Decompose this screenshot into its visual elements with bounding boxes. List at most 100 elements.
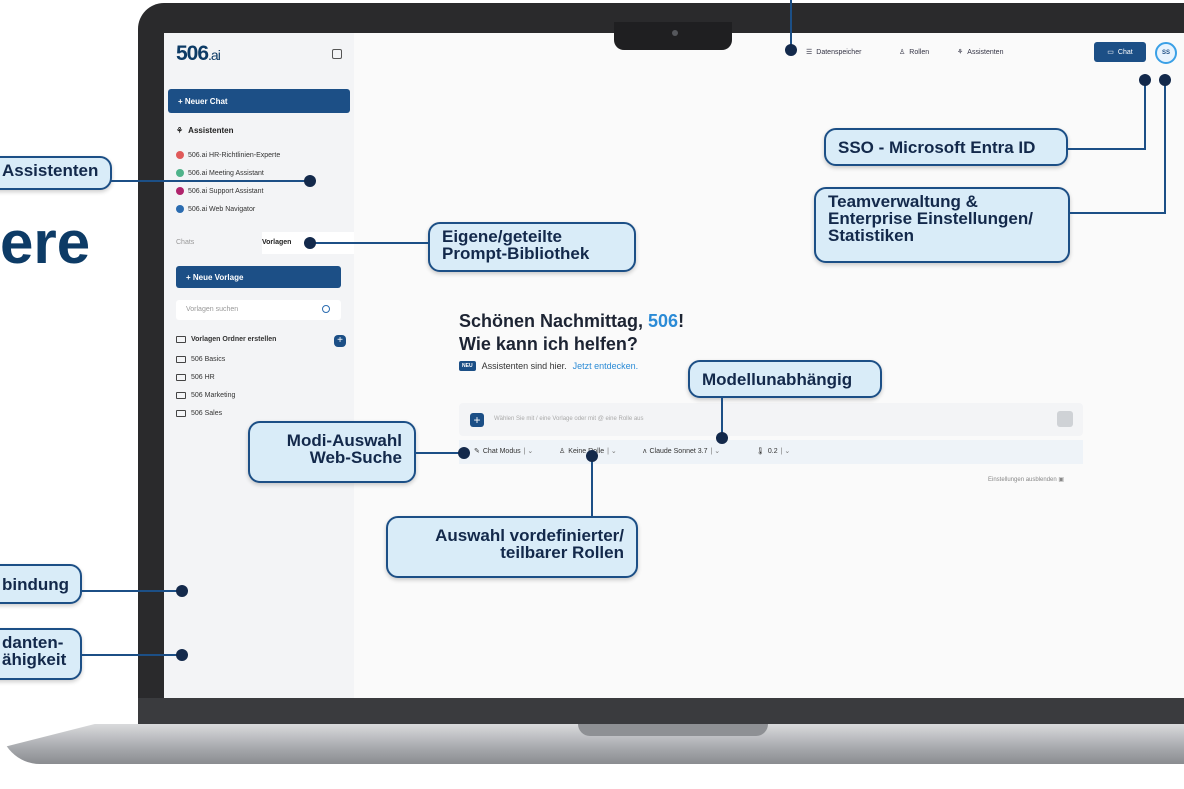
callout-line: Web-Suche xyxy=(309,448,402,467)
tab-chats[interactable]: Chats xyxy=(176,232,194,254)
folder-label: 506 Basics xyxy=(191,356,226,363)
laptop-base-notch xyxy=(578,724,768,736)
news-link[interactable]: Jetzt entdecken. xyxy=(573,361,639,371)
callout-prompt-library: Eigene/geteilte Prompt-Bibliothek xyxy=(428,222,636,272)
folder-icon xyxy=(176,374,186,381)
folder-item[interactable]: 506 Basics xyxy=(176,356,225,363)
folder-item[interactable]: 506 Marketing xyxy=(176,392,235,399)
greeting-name: 506 xyxy=(648,311,679,331)
send-button[interactable] xyxy=(1057,411,1073,427)
callout-line: Prompt-Bibliothek xyxy=(442,244,590,263)
model-label: Claude Sonnet 3.7 xyxy=(649,447,708,455)
chevron-down-icon: | ⌄ xyxy=(523,448,534,455)
sidebar-item-assistant[interactable]: 506.ai HR-Richtlinien-Experte xyxy=(176,149,280,161)
nav-roles[interactable]: ♙ Rollen xyxy=(899,48,930,57)
connector-dot xyxy=(458,447,470,459)
sidebar-collapse-icon[interactable] xyxy=(332,49,342,59)
assistants-title-label: Assistenten xyxy=(188,126,234,135)
assistant-label: 506.ai Support Assistant xyxy=(188,187,264,195)
sidebar-item-assistant[interactable]: 506.ai Support Assistant xyxy=(176,185,264,197)
connector-line xyxy=(1068,148,1146,150)
nav-assistants[interactable]: ⚘ Assistenten xyxy=(957,48,1004,57)
connector-dot xyxy=(586,450,598,462)
folder-item[interactable]: 506 Sales xyxy=(176,410,222,417)
app-logo[interactable]: 506.ai xyxy=(176,42,221,66)
callout-sso-text: SSO - Microsoft Entra ID xyxy=(838,138,1036,157)
callout-line: Auswahl vordefinierter/ xyxy=(435,526,624,545)
model-select[interactable]: ᴧ Claude Sonnet 3.7 | ⌄ xyxy=(643,447,720,456)
connector-dot xyxy=(304,237,316,249)
connector-line xyxy=(1070,212,1166,214)
mode-select[interactable]: ✎ Chat Modus | ⌄ xyxy=(474,447,534,456)
camera-notch xyxy=(614,22,732,50)
new-chat-label: + Neuer Chat xyxy=(178,96,228,106)
callout-model-text: Modellunabhängig xyxy=(702,370,853,389)
chat-bubble-icon: ▭ xyxy=(1107,49,1114,56)
connector-dot xyxy=(304,175,316,187)
callout-assistants: Assistenten xyxy=(0,156,113,190)
nav-datastore[interactable]: ☰ Datenspeicher xyxy=(806,48,862,57)
mode-icon: ✎ xyxy=(474,448,480,455)
callout-binding: bindung xyxy=(0,564,82,604)
news-banner: NEU Assistenten sind hier. Jetzt entdecken… xyxy=(459,361,638,371)
folder-label: 506 Marketing xyxy=(191,392,236,399)
model-icon: ᴧ xyxy=(643,447,647,455)
greeting-subheading: Wie kann ich helfen? xyxy=(459,334,638,354)
connector-dot xyxy=(176,649,188,661)
new-chat-button[interactable]: + Neuer Chat xyxy=(168,89,350,113)
nav-datastore-label: Datenspeicher xyxy=(816,48,862,56)
assistant-avatar-icon xyxy=(176,205,184,213)
create-folder-item[interactable]: Vorlagen Ordner erstellen xyxy=(176,336,276,343)
folder-plus-icon xyxy=(176,336,186,343)
connector-line xyxy=(1164,80,1166,214)
sidebar-item-assistant[interactable]: 506.ai Meeting Assistant xyxy=(176,167,264,179)
add-folder-button[interactable]: + xyxy=(334,335,346,347)
new-template-button[interactable]: + Neue Vorlage xyxy=(176,266,341,288)
user-icon: ♙ xyxy=(559,448,566,455)
template-search-input[interactable]: Vorlagen suchen xyxy=(176,300,341,320)
callout-line: Teamverwaltung & xyxy=(828,192,978,211)
connector-line xyxy=(312,242,428,244)
logo-suffix: .ai xyxy=(208,47,221,63)
callout-tenant: danten-ähigkeit xyxy=(0,628,82,680)
attach-button[interactable]: + xyxy=(470,413,484,427)
greeting-heading: Schönen Nachmittag, 506! xyxy=(459,311,684,332)
connector-dot xyxy=(1139,74,1151,86)
sidebar-item-assistant[interactable]: 506.ai Web Navigator xyxy=(176,203,255,215)
chat-input-placeholder: Wählen Sie mit / eine Vorlage oder mit @… xyxy=(494,416,644,422)
callout-line: Statistiken xyxy=(828,226,914,245)
folder-label: 506 HR xyxy=(191,374,215,381)
callout-assistants-text: Assistenten xyxy=(2,161,99,180)
connector-line xyxy=(110,180,310,182)
connector-line xyxy=(790,0,792,46)
database-icon: ☰ xyxy=(806,49,813,56)
thermometer-icon: 🌡 xyxy=(756,448,765,455)
connector-line xyxy=(82,654,182,656)
chevron-down-icon: | ⌄ xyxy=(607,448,617,455)
folder-item[interactable]: 506 HR xyxy=(176,374,215,381)
connector-line xyxy=(1144,80,1146,150)
temperature-select[interactable]: 🌡 0.2 | ⌄ xyxy=(756,447,790,456)
callout-line: Enterprise Einstellungen/ xyxy=(828,209,1033,228)
folder-icon xyxy=(176,392,186,399)
connector-line xyxy=(416,452,464,454)
hide-settings-label: Einstellungen ausblenden xyxy=(988,477,1057,483)
assistant-label: 506.ai Web Navigator xyxy=(188,205,256,213)
callout-line: Modi-Auswahl xyxy=(286,431,402,450)
nav-roles-label: Rollen xyxy=(909,48,930,56)
hide-settings-link[interactable]: Einstellungen ausblenden ▣ xyxy=(988,476,1064,483)
callout-line: Eigene/geteilte xyxy=(442,227,562,246)
search-icon[interactable] xyxy=(322,305,330,313)
folder-label: 506 Sales xyxy=(191,410,223,417)
nav-assistants-label: Assistenten xyxy=(967,48,1004,56)
new-template-label: + Neue Vorlage xyxy=(186,272,244,282)
mode-label: Chat Modus xyxy=(482,447,521,455)
chat-button-label: Chat xyxy=(1117,48,1133,56)
tab-templates-label: Vorlagen xyxy=(262,239,292,246)
folder-icon xyxy=(176,356,186,363)
avatar[interactable]: SS xyxy=(1155,42,1177,64)
news-text: Assistenten sind hier. xyxy=(481,361,567,371)
chat-button[interactable]: ▭ Chat xyxy=(1094,42,1146,62)
user-icon: ♙ xyxy=(899,49,906,56)
marketing-screenshot: 506.ai + Neuer Chat ⚘ Assistenten 506.ai … xyxy=(0,0,1184,789)
